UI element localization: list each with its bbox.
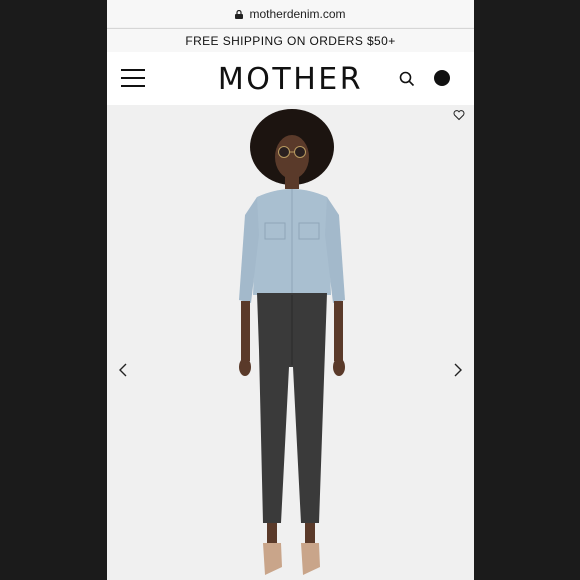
bag-icon[interactable] [434, 70, 450, 86]
phone-screen: motherdenim.com FREE SHIPPING ON ORDERS … [107, 0, 474, 580]
product-image-carousel[interactable] [107, 105, 474, 580]
lock-icon [235, 10, 244, 19]
chevron-left-icon[interactable] [117, 363, 129, 377]
heart-icon[interactable] [453, 109, 465, 121]
model-photo [239, 109, 345, 575]
browser-url-bar[interactable]: motherdenim.com [107, 0, 474, 27]
left-backdrop [0, 0, 107, 580]
site-logo[interactable]: MOTHER [107, 62, 474, 97]
url-text: motherdenim.com [249, 6, 346, 21]
right-backdrop [474, 0, 580, 580]
promo-text: FREE SHIPPING ON ORDERS $50+ [185, 33, 396, 48]
site-header: MOTHER [107, 52, 474, 105]
chevron-right-icon[interactable] [452, 363, 464, 377]
promo-banner[interactable]: FREE SHIPPING ON ORDERS $50+ [107, 28, 474, 53]
search-icon[interactable] [399, 71, 415, 87]
